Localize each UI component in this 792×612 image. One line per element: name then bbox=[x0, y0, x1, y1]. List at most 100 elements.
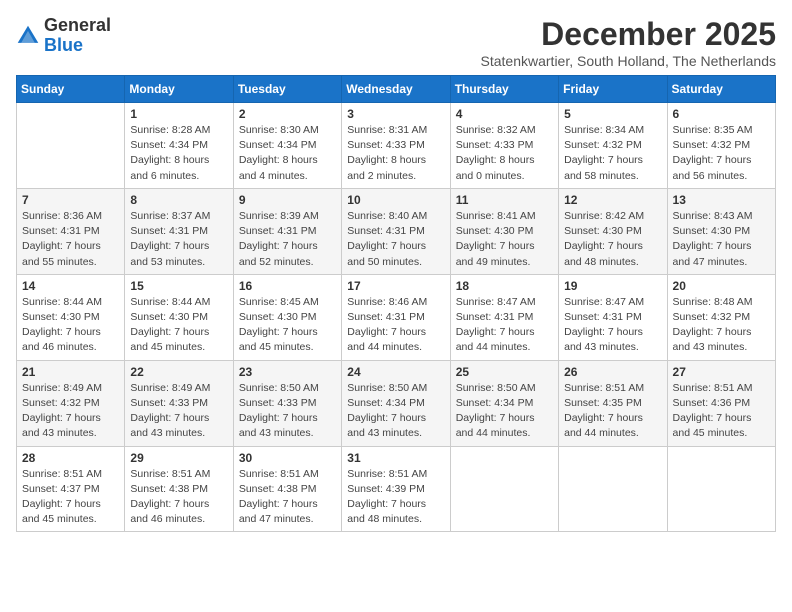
day-info: Sunrise: 8:41 AMSunset: 4:30 PMDaylight:… bbox=[456, 209, 553, 270]
calendar-cell: 7 Sunrise: 8:36 AMSunset: 4:31 PMDaylight… bbox=[17, 188, 125, 274]
day-info: Sunrise: 8:30 AMSunset: 4:34 PMDaylight:… bbox=[239, 123, 336, 184]
calendar-week-row: 21 Sunrise: 8:49 AMSunset: 4:32 PMDayligh… bbox=[17, 360, 776, 446]
day-header-tuesday: Tuesday bbox=[233, 76, 341, 103]
day-info: Sunrise: 8:51 AMSunset: 4:36 PMDaylight:… bbox=[673, 381, 770, 442]
day-info: Sunrise: 8:43 AMSunset: 4:30 PMDaylight:… bbox=[673, 209, 770, 270]
day-info: Sunrise: 8:31 AMSunset: 4:33 PMDaylight:… bbox=[347, 123, 444, 184]
day-number: 26 bbox=[564, 365, 661, 379]
calendar-table: SundayMondayTuesdayWednesdayThursdayFrid… bbox=[16, 75, 776, 532]
day-number: 31 bbox=[347, 451, 444, 465]
day-number: 16 bbox=[239, 279, 336, 293]
logo-general: General bbox=[44, 15, 111, 35]
day-number: 30 bbox=[239, 451, 336, 465]
calendar-cell: 6Sunrise: 8:35 AMSunset: 4:32 PMDaylight… bbox=[667, 103, 775, 189]
calendar-cell: 4Sunrise: 8:32 AMSunset: 4:33 PMDaylight… bbox=[450, 103, 558, 189]
calendar-week-row: 7 Sunrise: 8:36 AMSunset: 4:31 PMDaylight… bbox=[17, 188, 776, 274]
calendar-cell: 18Sunrise: 8:47 AMSunset: 4:31 PMDayligh… bbox=[450, 274, 558, 360]
day-header-sunday: Sunday bbox=[17, 76, 125, 103]
day-info: Sunrise: 8:49 AMSunset: 4:32 PMDaylight:… bbox=[22, 381, 119, 442]
calendar-cell: 25Sunrise: 8:50 AMSunset: 4:34 PMDayligh… bbox=[450, 360, 558, 446]
day-info: Sunrise: 8:48 AMSunset: 4:32 PMDaylight:… bbox=[673, 295, 770, 356]
calendar-header-row: SundayMondayTuesdayWednesdayThursdayFrid… bbox=[17, 76, 776, 103]
day-header-wednesday: Wednesday bbox=[342, 76, 450, 103]
calendar-cell: 22 Sunrise: 8:49 AMSunset: 4:33 PMDayligh… bbox=[125, 360, 233, 446]
calendar-cell: 11 Sunrise: 8:41 AMSunset: 4:30 PMDayligh… bbox=[450, 188, 558, 274]
day-header-saturday: Saturday bbox=[667, 76, 775, 103]
day-header-monday: Monday bbox=[125, 76, 233, 103]
calendar-cell: 23 Sunrise: 8:50 AMSunset: 4:33 PMDayligh… bbox=[233, 360, 341, 446]
day-info: Sunrise: 8:50 AMSunset: 4:34 PMDaylight:… bbox=[347, 381, 444, 442]
calendar-cell: 8 Sunrise: 8:37 AMSunset: 4:31 PMDaylight… bbox=[125, 188, 233, 274]
day-info: Sunrise: 8:44 AMSunset: 4:30 PMDaylight:… bbox=[22, 295, 119, 356]
month-title: December 2025 bbox=[481, 16, 776, 53]
day-number: 23 bbox=[239, 365, 336, 379]
location-subtitle: Statenkwartier, South Holland, The Nethe… bbox=[481, 53, 776, 69]
day-number: 24 bbox=[347, 365, 444, 379]
day-info: Sunrise: 8:34 AMSunset: 4:32 PMDaylight:… bbox=[564, 123, 661, 184]
day-number: 5 bbox=[564, 107, 661, 121]
calendar-cell: 16 Sunrise: 8:45 AMSunset: 4:30 PMDayligh… bbox=[233, 274, 341, 360]
day-number: 21 bbox=[22, 365, 119, 379]
day-number: 4 bbox=[456, 107, 553, 121]
calendar-cell: 3Sunrise: 8:31 AMSunset: 4:33 PMDaylight… bbox=[342, 103, 450, 189]
day-info: Sunrise: 8:46 AMSunset: 4:31 PMDaylight:… bbox=[347, 295, 444, 356]
day-number: 12 bbox=[564, 193, 661, 207]
day-number: 20 bbox=[673, 279, 770, 293]
calendar-cell: 15 Sunrise: 8:44 AMSunset: 4:30 PMDayligh… bbox=[125, 274, 233, 360]
day-info: Sunrise: 8:50 AMSunset: 4:33 PMDaylight:… bbox=[239, 381, 336, 442]
day-info: Sunrise: 8:50 AMSunset: 4:34 PMDaylight:… bbox=[456, 381, 553, 442]
calendar-cell: 14Sunrise: 8:44 AMSunset: 4:30 PMDayligh… bbox=[17, 274, 125, 360]
day-info: Sunrise: 8:51 AMSunset: 4:38 PMDaylight:… bbox=[130, 467, 227, 528]
day-header-friday: Friday bbox=[559, 76, 667, 103]
day-number: 2 bbox=[239, 107, 336, 121]
calendar-week-row: 1Sunrise: 8:28 AMSunset: 4:34 PMDaylight… bbox=[17, 103, 776, 189]
day-info: Sunrise: 8:45 AMSunset: 4:30 PMDaylight:… bbox=[239, 295, 336, 356]
day-info: Sunrise: 8:28 AMSunset: 4:34 PMDaylight:… bbox=[130, 123, 227, 184]
day-number: 19 bbox=[564, 279, 661, 293]
day-number: 13 bbox=[673, 193, 770, 207]
day-info: Sunrise: 8:44 AMSunset: 4:30 PMDaylight:… bbox=[130, 295, 227, 356]
calendar-week-row: 14Sunrise: 8:44 AMSunset: 4:30 PMDayligh… bbox=[17, 274, 776, 360]
calendar-cell: 2 Sunrise: 8:30 AMSunset: 4:34 PMDaylight… bbox=[233, 103, 341, 189]
calendar-cell: 31Sunrise: 8:51 AMSunset: 4:39 PMDayligh… bbox=[342, 446, 450, 532]
day-number: 29 bbox=[130, 451, 227, 465]
day-number: 15 bbox=[130, 279, 227, 293]
day-info: Sunrise: 8:49 AMSunset: 4:33 PMDaylight:… bbox=[130, 381, 227, 442]
day-info: Sunrise: 8:37 AMSunset: 4:31 PMDaylight:… bbox=[130, 209, 227, 270]
calendar-cell: 21 Sunrise: 8:49 AMSunset: 4:32 PMDayligh… bbox=[17, 360, 125, 446]
calendar-cell: 29 Sunrise: 8:51 AMSunset: 4:38 PMDayligh… bbox=[125, 446, 233, 532]
calendar-cell: 26 Sunrise: 8:51 AMSunset: 4:35 PMDayligh… bbox=[559, 360, 667, 446]
calendar-cell: 13 Sunrise: 8:43 AMSunset: 4:30 PMDayligh… bbox=[667, 188, 775, 274]
calendar-cell: 19 Sunrise: 8:47 AMSunset: 4:31 PMDayligh… bbox=[559, 274, 667, 360]
calendar-cell: 30Sunrise: 8:51 AMSunset: 4:38 PMDayligh… bbox=[233, 446, 341, 532]
logo-text: General Blue bbox=[44, 16, 111, 56]
day-info: Sunrise: 8:51 AMSunset: 4:37 PMDaylight:… bbox=[22, 467, 119, 528]
day-number: 11 bbox=[456, 193, 553, 207]
calendar-cell: 27Sunrise: 8:51 AMSunset: 4:36 PMDayligh… bbox=[667, 360, 775, 446]
day-info: Sunrise: 8:36 AMSunset: 4:31 PMDaylight:… bbox=[22, 209, 119, 270]
calendar-cell: 5 Sunrise: 8:34 AMSunset: 4:32 PMDaylight… bbox=[559, 103, 667, 189]
title-block: December 2025 Statenkwartier, South Holl… bbox=[481, 16, 776, 69]
day-number: 18 bbox=[456, 279, 553, 293]
day-number: 8 bbox=[130, 193, 227, 207]
day-number: 9 bbox=[239, 193, 336, 207]
page-header: General Blue December 2025 Statenkwartie… bbox=[16, 16, 776, 69]
day-number: 22 bbox=[130, 365, 227, 379]
calendar-week-row: 28 Sunrise: 8:51 AMSunset: 4:37 PMDayligh… bbox=[17, 446, 776, 532]
calendar-cell: 28 Sunrise: 8:51 AMSunset: 4:37 PMDayligh… bbox=[17, 446, 125, 532]
day-number: 7 bbox=[22, 193, 119, 207]
calendar-cell: 20 Sunrise: 8:48 AMSunset: 4:32 PMDayligh… bbox=[667, 274, 775, 360]
calendar-cell: 1Sunrise: 8:28 AMSunset: 4:34 PMDaylight… bbox=[125, 103, 233, 189]
day-info: Sunrise: 8:47 AMSunset: 4:31 PMDaylight:… bbox=[564, 295, 661, 356]
calendar-cell: 9Sunrise: 8:39 AMSunset: 4:31 PMDaylight… bbox=[233, 188, 341, 274]
calendar-cell: 12 Sunrise: 8:42 AMSunset: 4:30 PMDayligh… bbox=[559, 188, 667, 274]
calendar-cell: 17Sunrise: 8:46 AMSunset: 4:31 PMDayligh… bbox=[342, 274, 450, 360]
day-info: Sunrise: 8:51 AMSunset: 4:35 PMDaylight:… bbox=[564, 381, 661, 442]
calendar-cell bbox=[450, 446, 558, 532]
day-number: 10 bbox=[347, 193, 444, 207]
calendar-cell bbox=[667, 446, 775, 532]
logo: General Blue bbox=[16, 16, 111, 56]
day-header-thursday: Thursday bbox=[450, 76, 558, 103]
day-number: 28 bbox=[22, 451, 119, 465]
day-info: Sunrise: 8:42 AMSunset: 4:30 PMDaylight:… bbox=[564, 209, 661, 270]
